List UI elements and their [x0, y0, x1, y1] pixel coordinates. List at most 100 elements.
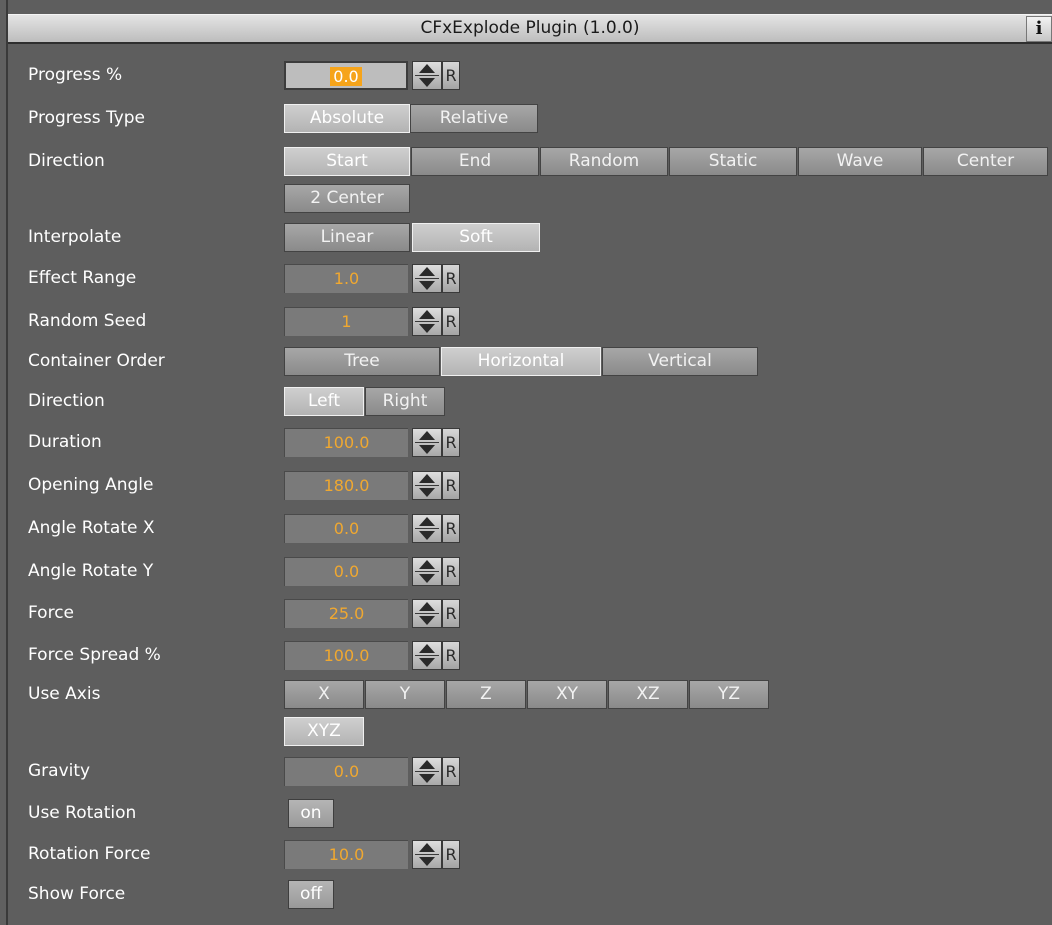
- container-order-vertical-button[interactable]: Vertical: [602, 347, 758, 376]
- direction-random-button[interactable]: Random: [540, 147, 668, 176]
- duration-reset-button[interactable]: R: [442, 428, 460, 457]
- spin-down-icon[interactable]: [419, 658, 435, 667]
- spin-up-icon[interactable]: [419, 64, 435, 73]
- gravity-spinner[interactable]: [412, 757, 442, 786]
- row-random-seed: Random Seed 1 R: [8, 304, 1048, 338]
- row-opening-angle: Opening Angle 180.0 R: [8, 468, 1048, 502]
- spin-down-icon[interactable]: [419, 531, 435, 540]
- spin-down-icon[interactable]: [419, 488, 435, 497]
- rotation-force-input[interactable]: 10.0: [284, 840, 408, 869]
- force-reset-button[interactable]: R: [442, 599, 460, 628]
- spin-up-icon[interactable]: [419, 517, 435, 526]
- spin-up-icon[interactable]: [419, 843, 435, 852]
- random-seed-input[interactable]: 1: [284, 307, 408, 336]
- effect-range-input[interactable]: 1.0: [284, 264, 408, 293]
- row-show-force: Show Force off: [8, 877, 1048, 911]
- spin-up-icon[interactable]: [419, 760, 435, 769]
- direction-2center-button[interactable]: 2 Center: [284, 184, 410, 213]
- axis-xyz-button[interactable]: XYZ: [284, 717, 364, 746]
- rotation-force-reset-button[interactable]: R: [442, 840, 460, 869]
- spin-up-icon[interactable]: [419, 644, 435, 653]
- use-rotation-toggle[interactable]: on: [288, 799, 334, 828]
- opening-angle-spinner[interactable]: [412, 471, 442, 500]
- spin-up-icon[interactable]: [419, 310, 435, 319]
- duration-input[interactable]: 100.0: [284, 428, 408, 457]
- duration-label: Duration: [28, 432, 102, 452]
- row-force: Force 25.0 R: [8, 596, 1048, 630]
- spin-up-icon[interactable]: [419, 267, 435, 276]
- row-effect-range: Effect Range 1.0 R: [8, 261, 1048, 295]
- angle-rotate-x-reset-button[interactable]: R: [442, 514, 460, 543]
- random-seed-reset-button[interactable]: R: [442, 307, 460, 336]
- random-seed-label: Random Seed: [28, 311, 147, 331]
- angle-rotate-y-spinner[interactable]: [412, 557, 442, 586]
- direction-start-button[interactable]: Start: [284, 147, 410, 176]
- duration-spinner[interactable]: [412, 428, 442, 457]
- interpolate-soft-button[interactable]: Soft: [412, 223, 540, 252]
- gravity-reset-button[interactable]: R: [442, 757, 460, 786]
- effect-range-spinner[interactable]: [412, 264, 442, 293]
- axis-xz-button[interactable]: XZ: [608, 680, 688, 709]
- direction-center-button[interactable]: Center: [923, 147, 1048, 176]
- info-icon[interactable]: i: [1026, 16, 1052, 42]
- spin-down-icon[interactable]: [419, 281, 435, 290]
- container-order-horizontal-button[interactable]: Horizontal: [441, 347, 601, 376]
- progress-type-label: Progress Type: [28, 108, 145, 128]
- progress-label: Progress %: [28, 65, 123, 85]
- force-spread-input[interactable]: 100.0: [284, 641, 408, 670]
- container-order-tree-button[interactable]: Tree: [284, 347, 440, 376]
- direction-wave-button[interactable]: Wave: [798, 147, 922, 176]
- spin-down-icon[interactable]: [419, 616, 435, 625]
- direction-left-button[interactable]: Left: [284, 387, 364, 416]
- axis-z-button[interactable]: Z: [446, 680, 526, 709]
- use-rotation-label: Use Rotation: [28, 803, 137, 823]
- direction-static-button[interactable]: Static: [669, 147, 797, 176]
- opening-angle-label: Opening Angle: [28, 475, 154, 495]
- effect-range-reset-button[interactable]: R: [442, 264, 460, 293]
- spin-down-icon[interactable]: [419, 78, 435, 87]
- angle-rotate-y-reset-button[interactable]: R: [442, 557, 460, 586]
- spin-down-icon[interactable]: [419, 445, 435, 454]
- axis-xy-button[interactable]: XY: [527, 680, 607, 709]
- force-input[interactable]: 25.0: [284, 599, 408, 628]
- force-spinner[interactable]: [412, 599, 442, 628]
- use-axis-label: Use Axis: [28, 684, 101, 704]
- direction-end-button[interactable]: End: [411, 147, 539, 176]
- row-direction: Direction Start End Random Static Wave C…: [8, 144, 1048, 178]
- spin-down-icon[interactable]: [419, 774, 435, 783]
- axis-x-button[interactable]: X: [284, 680, 364, 709]
- axis-y-button[interactable]: Y: [365, 680, 445, 709]
- force-spread-label: Force Spread %: [28, 645, 161, 665]
- rotation-force-spinner[interactable]: [412, 840, 442, 869]
- progress-spinner[interactable]: [412, 61, 442, 90]
- panel-title: CFxExplode Plugin (1.0.0): [420, 18, 640, 38]
- spin-up-icon[interactable]: [419, 602, 435, 611]
- interpolate-linear-button[interactable]: Linear: [284, 223, 410, 252]
- row-duration: Duration 100.0 R: [8, 425, 1048, 459]
- progress-type-relative-button[interactable]: Relative: [410, 104, 538, 133]
- spin-up-icon[interactable]: [419, 431, 435, 440]
- progress-input[interactable]: 0.0: [284, 61, 408, 90]
- spin-up-icon[interactable]: [419, 474, 435, 483]
- opening-angle-input[interactable]: 180.0: [284, 471, 408, 500]
- spin-up-icon[interactable]: [419, 560, 435, 569]
- angle-rotate-x-spinner[interactable]: [412, 514, 442, 543]
- show-force-toggle[interactable]: off: [288, 880, 334, 909]
- axis-yz-button[interactable]: YZ: [689, 680, 769, 709]
- interpolate-label: Interpolate: [28, 227, 122, 247]
- opening-angle-reset-button[interactable]: R: [442, 471, 460, 500]
- random-seed-spinner[interactable]: [412, 307, 442, 336]
- gravity-input[interactable]: 0.0: [284, 757, 408, 786]
- angle-rotate-y-input[interactable]: 0.0: [284, 557, 408, 586]
- direction-label: Direction: [28, 151, 105, 171]
- force-spread-reset-button[interactable]: R: [442, 641, 460, 670]
- spin-down-icon[interactable]: [419, 324, 435, 333]
- row-rotation-force: Rotation Force 10.0 R: [8, 837, 1048, 871]
- angle-rotate-x-input[interactable]: 0.0: [284, 514, 408, 543]
- spin-down-icon[interactable]: [419, 574, 435, 583]
- spin-down-icon[interactable]: [419, 857, 435, 866]
- direction-right-button[interactable]: Right: [365, 387, 445, 416]
- progress-type-absolute-button[interactable]: Absolute: [284, 104, 410, 133]
- progress-reset-button[interactable]: R: [442, 61, 460, 90]
- force-spread-spinner[interactable]: [412, 641, 442, 670]
